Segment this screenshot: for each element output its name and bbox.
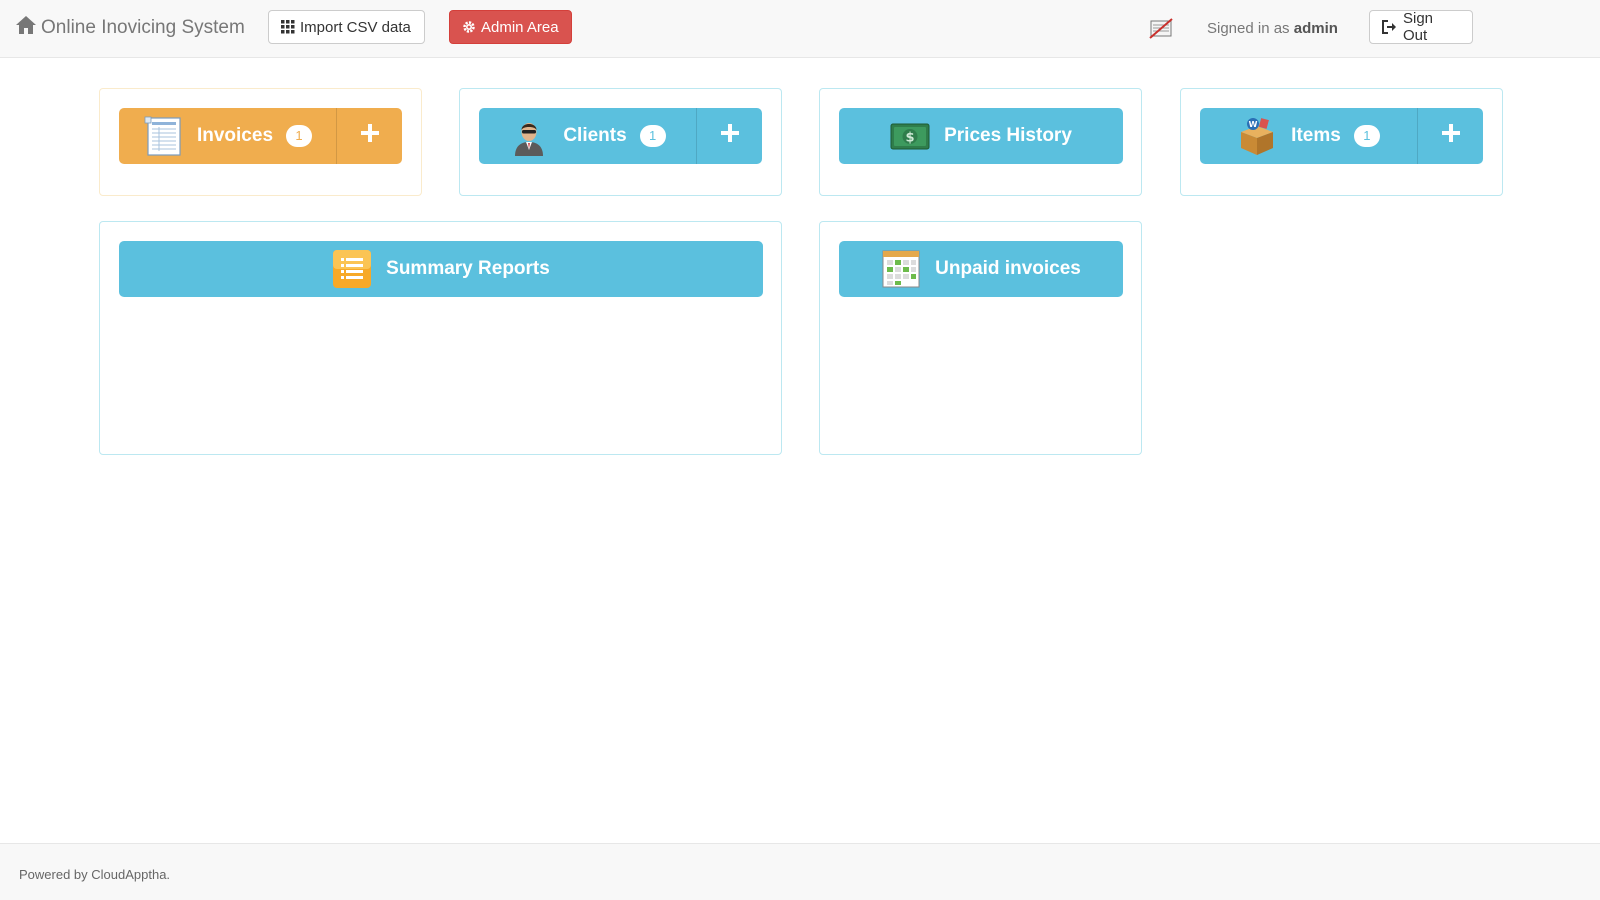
plus-icon bbox=[720, 124, 739, 148]
invoices-panel: Invoices 1 bbox=[99, 88, 422, 196]
brand-link[interactable]: Online Inovicing System bbox=[15, 14, 245, 42]
gear-icon bbox=[462, 20, 476, 34]
prices-history-panel: $ Prices History bbox=[819, 88, 1142, 196]
prices-history-button[interactable]: $ Prices History bbox=[839, 108, 1123, 164]
unpaid-invoices-button[interactable]: Unpaid invoices bbox=[839, 241, 1123, 297]
prices-history-label: Prices History bbox=[944, 125, 1072, 146]
notifications-off-icon[interactable] bbox=[1148, 16, 1174, 40]
invoices-button[interactable]: Invoices 1 bbox=[119, 108, 336, 164]
clients-count-badge: 1 bbox=[639, 125, 666, 147]
calendar-grid-icon bbox=[881, 249, 921, 289]
signed-in-status: Signed in as admin bbox=[1207, 20, 1338, 37]
add-item-button[interactable] bbox=[1417, 108, 1483, 164]
summary-reports-button[interactable]: Summary Reports bbox=[119, 241, 763, 297]
invoices-count-badge: 1 bbox=[286, 125, 313, 147]
svg-text:$: $ bbox=[906, 131, 915, 146]
home-icon bbox=[15, 15, 41, 41]
signed-in-username: admin bbox=[1293, 20, 1338, 37]
clients-panel: Clients 1 bbox=[459, 88, 782, 196]
items-count-badge: 1 bbox=[1353, 125, 1380, 147]
plus-icon bbox=[1441, 124, 1460, 148]
plus-icon bbox=[360, 124, 379, 148]
unpaid-invoices-label: Unpaid invoices bbox=[935, 258, 1081, 279]
invoices-tile: Invoices 1 bbox=[119, 108, 402, 164]
summary-reports-tile: Summary Reports bbox=[119, 241, 763, 297]
clients-button[interactable]: Clients 1 bbox=[479, 108, 696, 164]
invoice-document-icon bbox=[143, 116, 183, 156]
clients-tile: Clients 1 bbox=[479, 108, 762, 164]
brand-title: Online Inovicing System bbox=[41, 17, 245, 38]
footer-powered-by: Powered by CloudApptha. bbox=[19, 867, 171, 882]
footer: Powered by CloudApptha. bbox=[0, 843, 1600, 900]
import-csv-label: Import CSV data bbox=[300, 18, 411, 36]
sign-out-button[interactable]: Sign Out bbox=[1369, 10, 1473, 44]
summary-reports-label: Summary Reports bbox=[386, 258, 550, 279]
admin-area-label: Admin Area bbox=[481, 18, 559, 36]
clients-label: Clients bbox=[563, 125, 627, 146]
summary-reports-panel: Summary Reports bbox=[99, 221, 782, 455]
sign-out-label: Sign Out bbox=[1403, 10, 1434, 44]
report-list-icon bbox=[332, 249, 372, 289]
unpaid-invoices-panel: Unpaid invoices bbox=[819, 221, 1142, 455]
unpaid-invoices-tile: Unpaid invoices bbox=[839, 241, 1123, 297]
item-box-icon: W bbox=[1237, 116, 1277, 156]
items-panel: W Items 1 bbox=[1180, 88, 1503, 196]
items-label: Items bbox=[1291, 125, 1341, 146]
add-client-button[interactable] bbox=[696, 108, 762, 164]
grid-icon bbox=[281, 20, 295, 34]
money-bill-icon: $ bbox=[890, 116, 930, 156]
add-invoice-button[interactable] bbox=[336, 108, 402, 164]
signed-in-prefix: Signed in as bbox=[1207, 20, 1290, 37]
svg-text:W: W bbox=[1249, 120, 1258, 129]
import-csv-button[interactable]: Import CSV data bbox=[268, 10, 425, 44]
admin-area-button[interactable]: Admin Area bbox=[449, 10, 572, 44]
client-person-icon bbox=[509, 116, 549, 156]
items-button[interactable]: W Items 1 bbox=[1200, 108, 1417, 164]
sign-out-icon bbox=[1382, 20, 1398, 34]
prices-history-tile: $ Prices History bbox=[839, 108, 1123, 164]
items-tile: W Items 1 bbox=[1200, 108, 1483, 164]
invoices-label: Invoices bbox=[196, 125, 274, 146]
top-navbar: Online Inovicing System Import CSV data … bbox=[0, 0, 1600, 58]
